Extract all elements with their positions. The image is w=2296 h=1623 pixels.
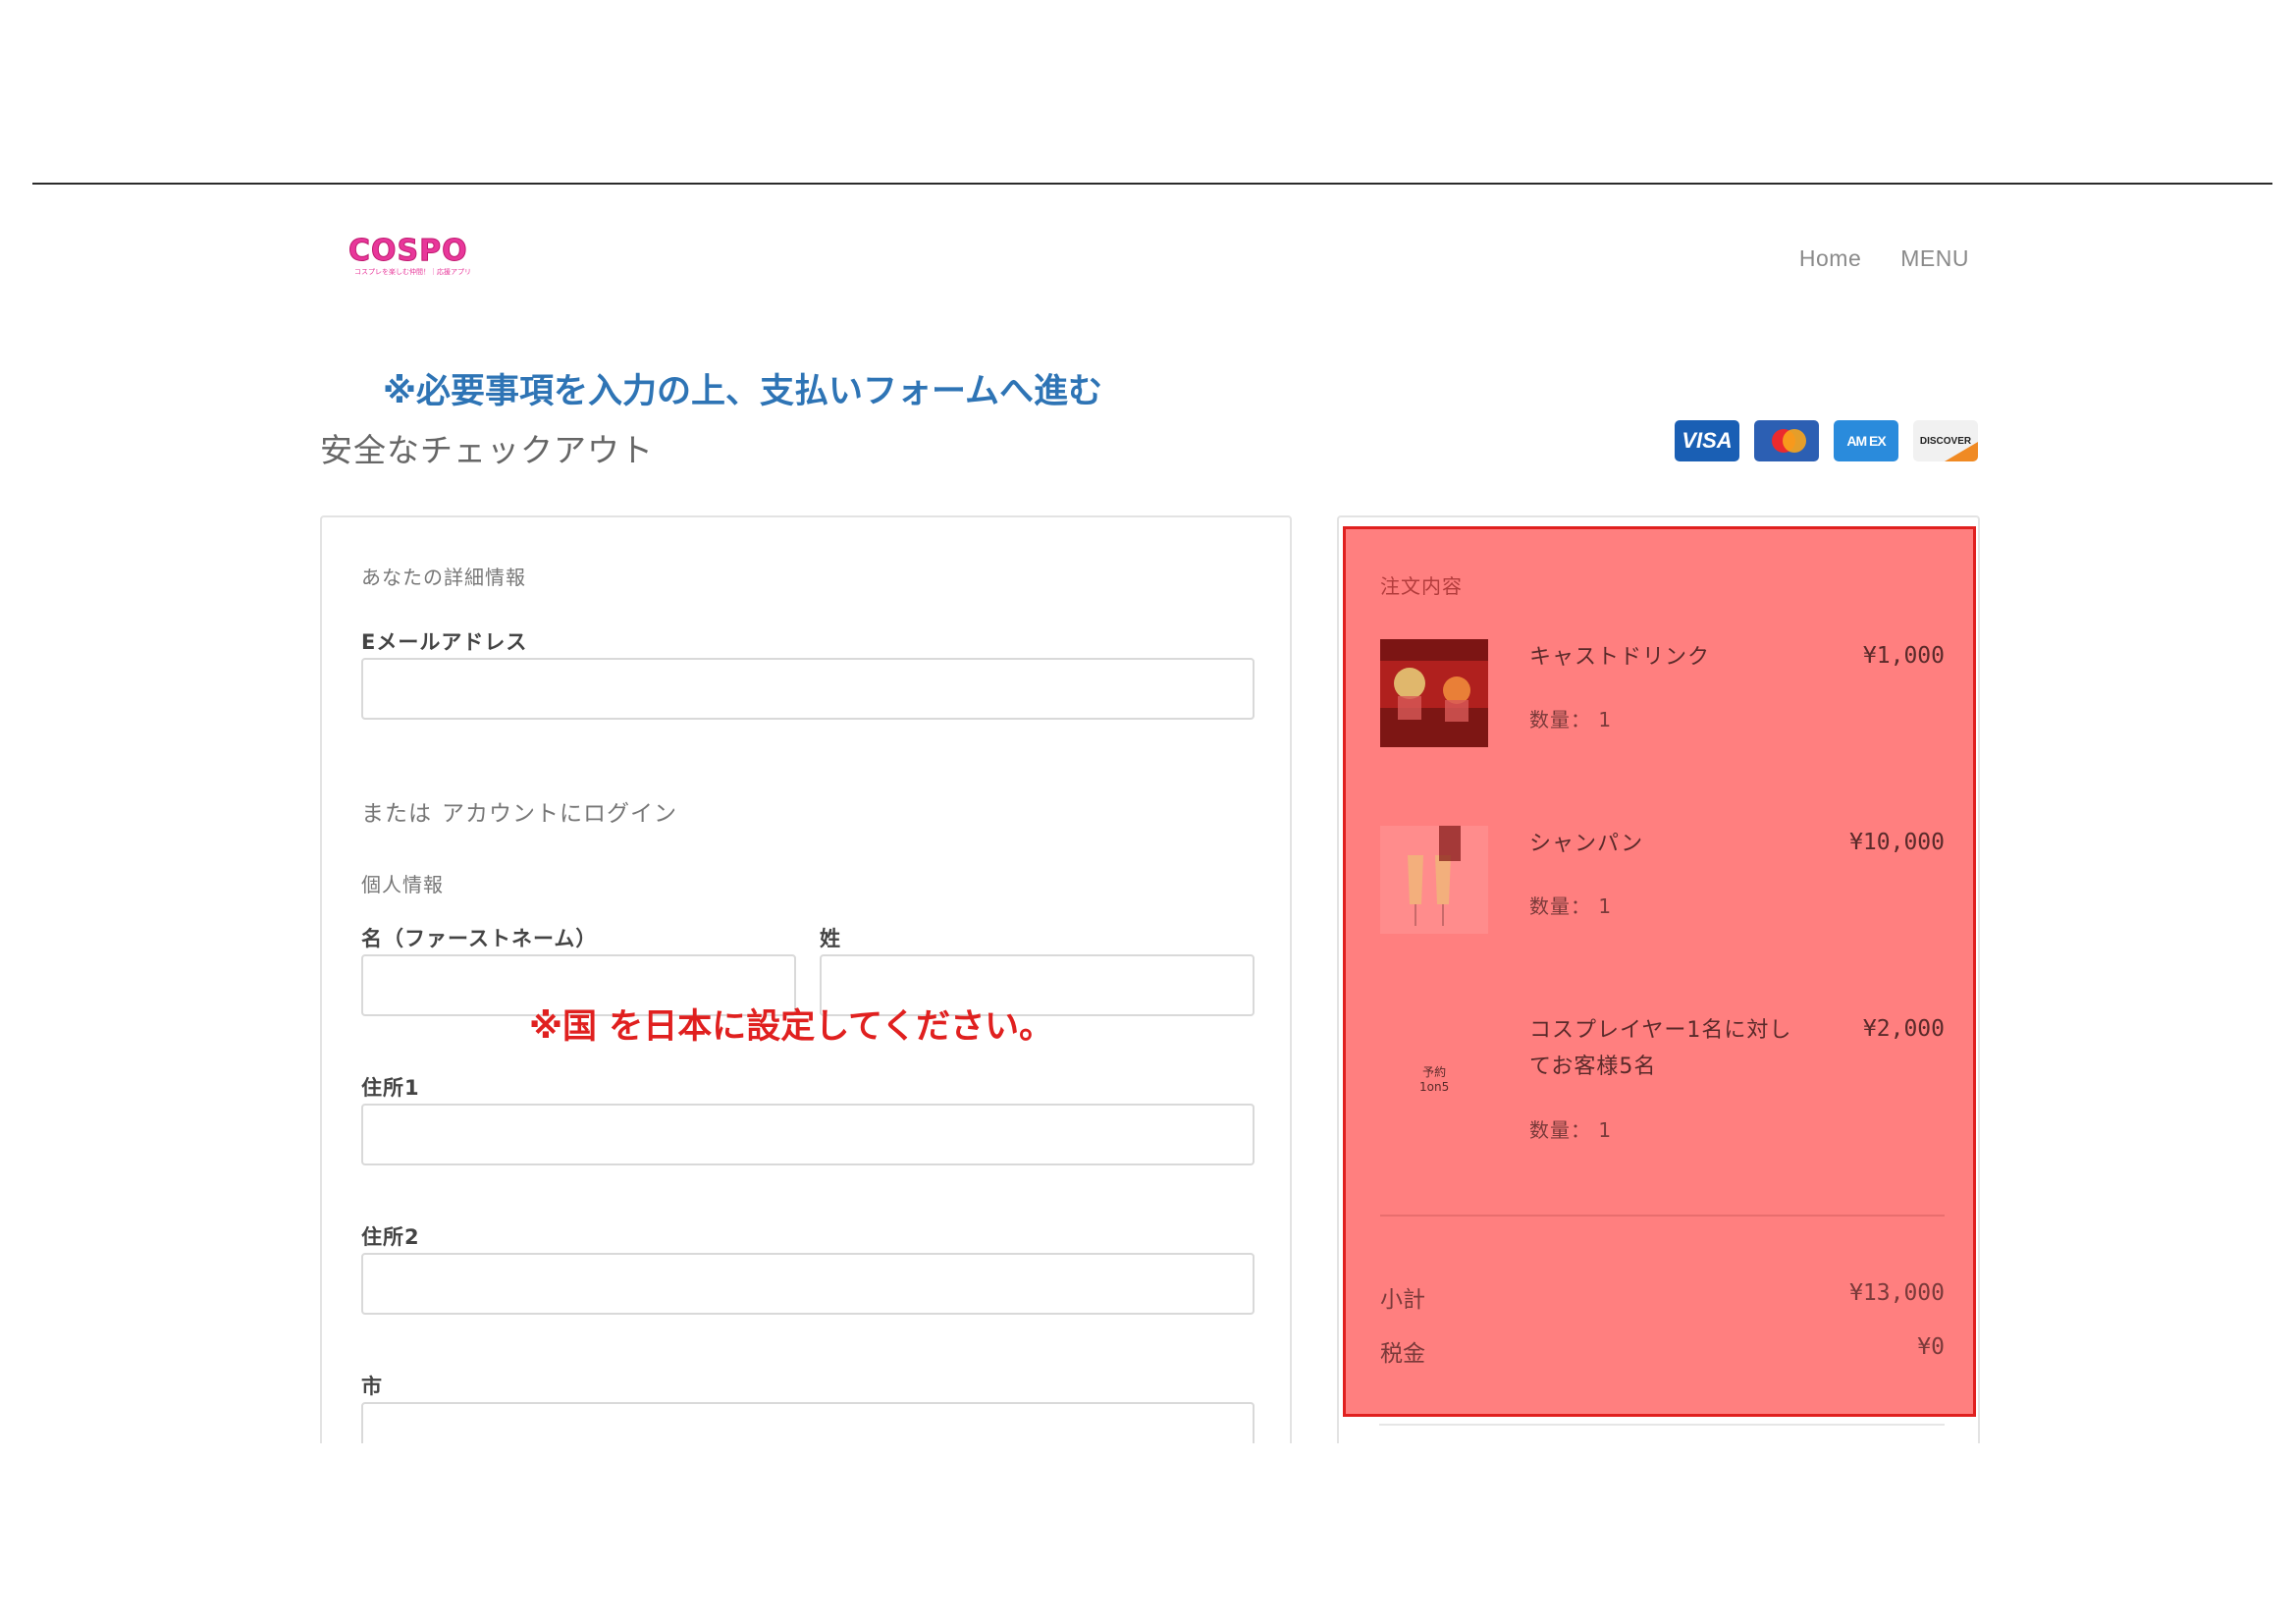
nav-home-link[interactable]: Home <box>1799 245 1861 272</box>
qty-value: 1 <box>1598 708 1613 731</box>
discover-card-icon: DISCOVER <box>1913 420 1978 461</box>
details-heading: あなたの詳細情報 <box>361 566 526 589</box>
logo-wordmark: COSPO <box>348 234 468 269</box>
qty-label: 数量： <box>1529 1118 1591 1142</box>
visa-card-icon: VISA <box>1675 420 1739 461</box>
order-item: 予約 1on5 コスプレイヤー1名に対してお客様5名 ¥2,000 数量： 1 <box>1380 1012 1945 1189</box>
city-field[interactable] <box>361 1402 1255 1443</box>
amex-label: AM EX <box>1846 433 1886 449</box>
tax-row: 税金 ¥0 <box>1380 1334 1945 1367</box>
qty-label: 数量： <box>1529 894 1591 918</box>
amex-card-icon: AM EX <box>1834 420 1898 461</box>
login-prefix: または <box>361 801 432 827</box>
payment-card-logos: VISA AM EX DISCOVER <box>1675 420 1978 461</box>
thumb-text-1: 予約 <box>1422 1065 1447 1079</box>
item-name: コスプレイヤー1名に対してお客様5名 <box>1529 1018 1792 1079</box>
item-name: キャストドリンク <box>1529 645 1711 670</box>
first-name-label: 名（ファーストネーム） <box>361 927 598 950</box>
address2-label: 住所2 <box>361 1225 420 1249</box>
item-quantity: 数量： 1 <box>1529 1114 1612 1143</box>
thumb-text-2: 1on5 <box>1419 1080 1450 1094</box>
item-price: ¥2,000 <box>1862 1016 1945 1042</box>
item-quantity: 数量： 1 <box>1529 891 1612 919</box>
customer-details-form: あなたの詳細情報 Eメールアドレス または アカウントにログイン 個人情報 名（フ… <box>320 515 1292 1443</box>
address1-label: 住所1 <box>361 1076 420 1100</box>
logo-tagline: コスプレを楽しむ仲間！｜応援アプリ <box>354 268 471 276</box>
reservation-icon: 予約 1on5 <box>1419 1065 1449 1095</box>
tax-label: 税金 <box>1380 1341 1425 1367</box>
reservation-thumbnail: 予約 1on5 <box>1380 1026 1488 1134</box>
login-link[interactable]: アカウントにログイン <box>442 801 677 827</box>
order-heading: 注文内容 <box>1380 574 1463 598</box>
drink-image-icon <box>1380 639 1488 747</box>
summary-divider <box>1380 1215 1945 1217</box>
tax-value: ¥0 <box>1917 1334 1945 1360</box>
visa-label: VISA <box>1682 428 1733 453</box>
subtotal-value: ¥13,000 <box>1849 1280 1945 1306</box>
nav-menu-link[interactable]: MENU <box>1900 245 1969 272</box>
item-name: シャンパン <box>1529 832 1644 856</box>
subtotal-row: 小計 ¥13,000 <box>1380 1280 1945 1313</box>
country-notice: ※国 を日本に設定してください。 <box>529 1007 1054 1047</box>
discover-label: DISCOVER <box>1919 435 1972 447</box>
email-field[interactable] <box>361 658 1255 720</box>
item-quantity: 数量： 1 <box>1529 704 1612 732</box>
qty-value: 1 <box>1598 1118 1613 1142</box>
mastercard-icon <box>1754 420 1819 461</box>
order-item: シャンパン ¥10,000 数量： 1 <box>1380 826 1945 973</box>
checkout-page: COSPO コスプレを楽しむ仲間！｜応援アプリ Home MENU ※必要事項を… <box>0 185 2296 1443</box>
address1-field[interactable] <box>361 1104 1255 1165</box>
address2-field[interactable] <box>361 1253 1255 1315</box>
email-label: Eメールアドレス <box>361 630 528 654</box>
top-nav: Home MENU <box>1799 245 1969 272</box>
last-name-label: 姓 <box>820 927 841 950</box>
item-price: ¥1,000 <box>1862 643 1945 669</box>
order-item: キャストドリンク ¥1,000 数量： 1 <box>1380 639 1945 786</box>
cast-drink-thumbnail <box>1380 639 1488 747</box>
order-summary-highlight: 注文内容 キャストドリンク ¥1,000 数量： 1 シャンパン ¥10,000… <box>1343 526 1976 1417</box>
city-label: 市 <box>361 1375 383 1398</box>
mastercard-orange-circle <box>1783 429 1806 453</box>
qty-label: 数量： <box>1529 708 1591 731</box>
qty-value: 1 <box>1598 894 1613 918</box>
page-title: 安全なチェックアウト <box>320 431 654 469</box>
subtotal-label: 小計 <box>1380 1287 1425 1313</box>
cospo-logo[interactable]: COSPO コスプレを楽しむ仲間！｜応援アプリ <box>348 234 471 277</box>
personal-info-heading: 個人情報 <box>361 873 444 896</box>
item-price: ¥10,000 <box>1849 830 1945 855</box>
champagne-image-icon <box>1380 826 1488 934</box>
champagne-thumbnail <box>1380 826 1488 934</box>
required-fields-notice: ※必要事項を入力の上、支払いフォームへ進む <box>383 372 1102 411</box>
summary-bottom-divider <box>1379 1424 1945 1426</box>
login-prompt: または アカウントにログイン <box>361 794 677 828</box>
